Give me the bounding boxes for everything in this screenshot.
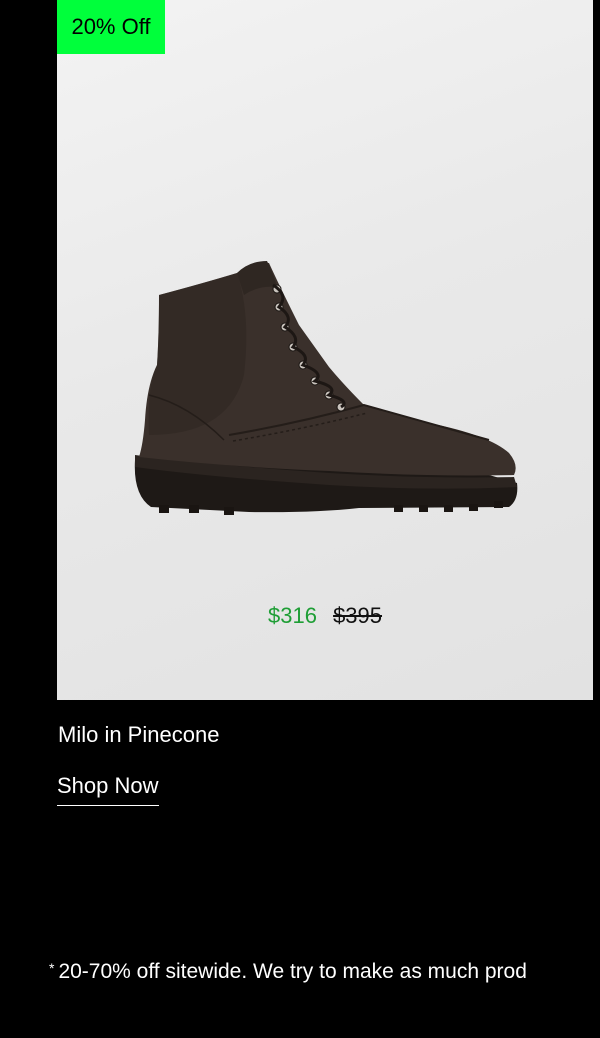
discount-badge: 20% Off bbox=[57, 0, 165, 54]
original-price: $395 bbox=[333, 603, 383, 628]
footnote: * 20-70% off sitewide. We try to make as … bbox=[49, 960, 600, 984]
footnote-asterisk: * bbox=[49, 960, 55, 976]
price-row: $316 $395 bbox=[57, 603, 593, 629]
footnote-text: 20-70% off sitewide. We try to make as m… bbox=[58, 960, 527, 983]
product-card[interactable]: 20% Off $316 $395 bbox=[57, 0, 593, 700]
shop-now-link[interactable]: Shop Now bbox=[57, 773, 159, 806]
product-name[interactable]: Milo in Pinecone bbox=[58, 722, 219, 748]
sale-price: $316 bbox=[267, 603, 317, 628]
boot-image[interactable] bbox=[129, 255, 521, 520]
